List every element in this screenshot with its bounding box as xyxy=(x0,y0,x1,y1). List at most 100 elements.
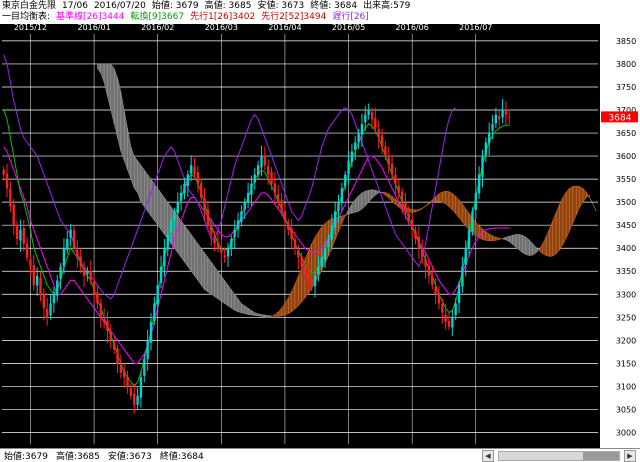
scroll-right-button[interactable]: ▶ xyxy=(624,449,636,462)
cloud-segment xyxy=(519,234,523,254)
x-tick-label: 2016/05 xyxy=(332,24,365,32)
legend-senkou1: 先行1[26]3402 xyxy=(190,12,256,22)
candle-body xyxy=(213,236,216,244)
candle-body xyxy=(82,267,86,276)
candle-body xyxy=(32,265,35,286)
y-tick-label: 3400 xyxy=(616,244,636,253)
y-tick-label: 3150 xyxy=(616,359,636,368)
candle-body xyxy=(260,156,263,168)
y-tick-label: 3450 xyxy=(616,221,636,230)
cloud-segment xyxy=(562,191,567,245)
candle-body xyxy=(357,133,360,143)
candle-body xyxy=(410,219,414,230)
candle-body xyxy=(471,211,474,232)
candle-body xyxy=(250,183,253,195)
cloud-segment xyxy=(559,197,564,251)
cloud-segment xyxy=(438,191,443,203)
x-tick-label: 2016/02 xyxy=(141,24,174,32)
y-tick-label: 3200 xyxy=(616,336,636,345)
cloud-segment xyxy=(569,186,574,231)
candle-body xyxy=(397,185,400,193)
candle-body xyxy=(136,395,139,405)
indicator-title: 一目均衡表: xyxy=(2,12,51,22)
candle-body xyxy=(206,209,210,226)
candle-body xyxy=(267,166,270,175)
candle-body xyxy=(394,174,397,184)
info-header: 東京白金先限 17/06 2016/07/20 始値: 3679 高値: 3685 安値:… xyxy=(0,0,640,24)
candle-body xyxy=(200,183,203,198)
cloud-segment xyxy=(361,190,366,210)
candle-body xyxy=(56,280,59,296)
candle-body xyxy=(387,157,390,166)
candle-body xyxy=(193,166,196,175)
candle-body xyxy=(320,257,323,267)
chart-svg: 2015/12 2016/01 2016/02 2016/03 2016/04 2016/… xyxy=(0,23,640,448)
candle-body xyxy=(307,273,310,281)
candle-body xyxy=(35,275,39,286)
candle-body xyxy=(293,239,297,249)
candle-body xyxy=(364,114,367,123)
candle-body xyxy=(173,211,176,221)
candle-body xyxy=(186,174,190,187)
scroll-thumb[interactable] xyxy=(583,451,619,460)
candle-body xyxy=(109,331,112,341)
cloud-segment xyxy=(217,270,222,302)
footer-close: 終値:3684 xyxy=(159,452,204,462)
candle-body xyxy=(270,172,273,184)
candle-body xyxy=(166,234,169,250)
candle-body xyxy=(233,229,236,237)
candle-body xyxy=(354,142,357,150)
candle-body xyxy=(417,236,421,249)
horizontal-scrollbar[interactable] xyxy=(498,450,620,461)
last-price-label: 3684 xyxy=(609,113,632,123)
y-tick-label: 3650 xyxy=(616,129,636,138)
candle-body xyxy=(494,114,498,124)
footer-low: 安値:3673 xyxy=(107,452,152,462)
candle-body xyxy=(102,319,106,322)
candle-body xyxy=(112,342,116,350)
volume-value: 出来高:579 xyxy=(363,1,411,11)
scroll-left-button[interactable]: ◀ xyxy=(482,449,494,462)
cloud-segment xyxy=(140,164,145,208)
candle-body xyxy=(210,225,213,235)
candle-body xyxy=(330,225,333,240)
candle-body xyxy=(163,248,166,267)
candle-body xyxy=(99,303,102,318)
candle-body xyxy=(451,317,454,328)
candle-body xyxy=(246,192,250,203)
legend-tenkan: 転換[9]3667 xyxy=(130,12,185,22)
candle-body xyxy=(220,248,223,253)
candle-body xyxy=(29,259,32,267)
cloud-segment xyxy=(154,183,158,226)
candle-body xyxy=(424,258,427,267)
candle-body xyxy=(360,123,364,135)
y-tick-label: 3800 xyxy=(616,60,636,69)
cloud-segment xyxy=(221,275,225,304)
candle-body xyxy=(444,315,447,322)
candle-body xyxy=(196,172,200,184)
candle-body xyxy=(12,204,15,226)
x-tick-label: 2016/07 xyxy=(459,24,492,32)
candle-body xyxy=(243,202,246,210)
x-tick-label: 2015/12 xyxy=(14,24,47,32)
candle-body xyxy=(303,267,307,276)
candle-body xyxy=(481,156,484,177)
candle-body xyxy=(52,294,56,304)
cloud-segment xyxy=(458,199,463,223)
cloud-segment xyxy=(204,252,209,293)
contract-month: 17/06 xyxy=(62,1,88,11)
candle-body xyxy=(5,173,9,189)
candle-body xyxy=(390,163,394,175)
candle-body xyxy=(488,133,491,144)
x-tick-label: 2016/03 xyxy=(205,24,238,32)
candle-body xyxy=(273,183,277,193)
cloud-segment xyxy=(214,266,219,300)
candle-body xyxy=(156,285,159,305)
candle-body xyxy=(484,142,488,156)
candle-body xyxy=(126,376,129,387)
candle-body xyxy=(19,229,22,241)
cloud-segment xyxy=(187,229,192,272)
candle-body xyxy=(203,198,206,212)
cloud-segment xyxy=(261,314,266,318)
candle-body xyxy=(226,248,230,257)
